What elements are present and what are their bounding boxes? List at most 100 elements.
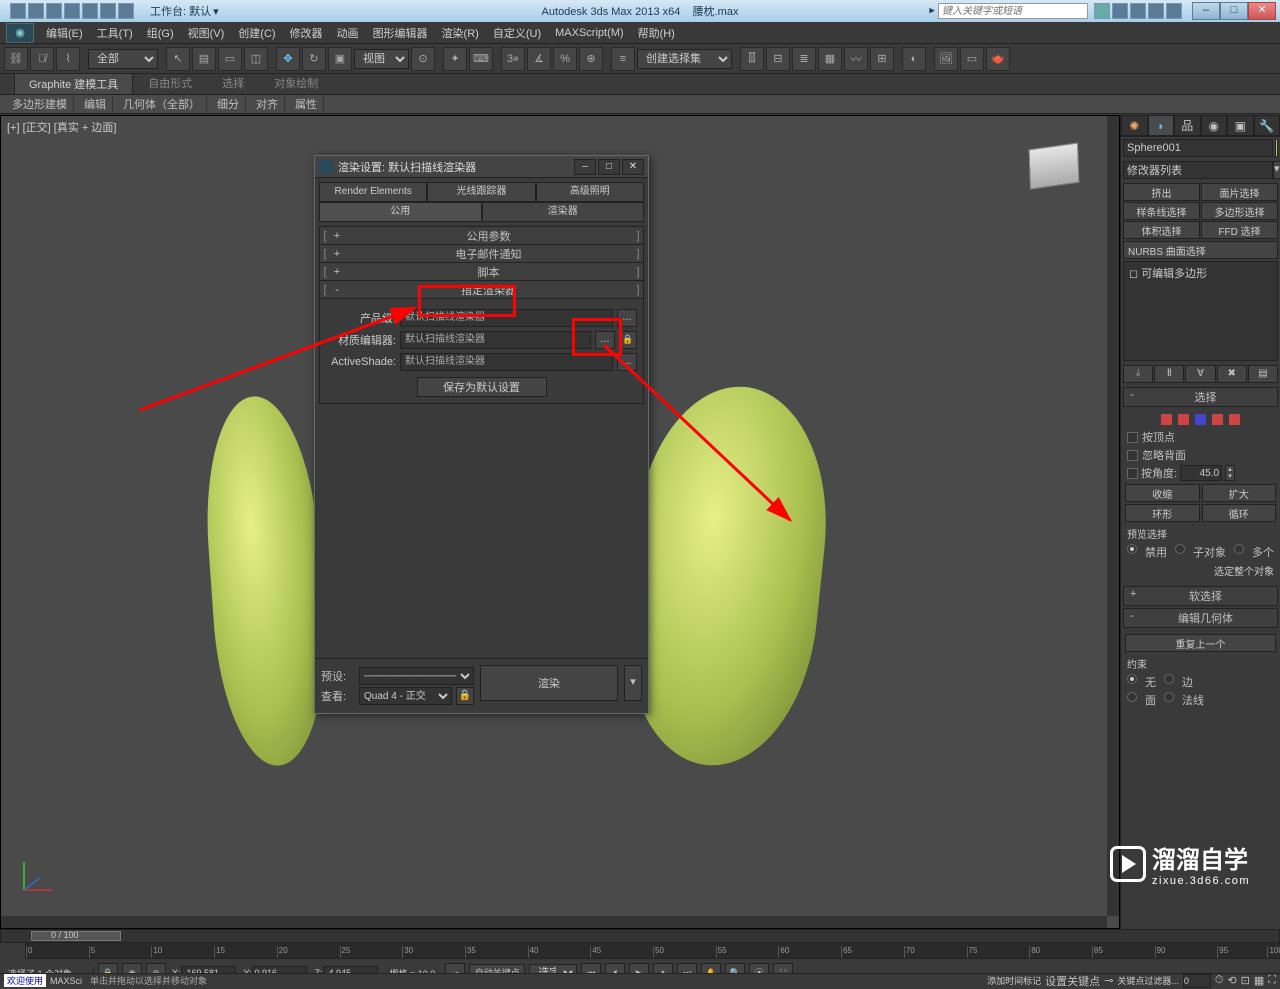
keyfilter-button[interactable]: 关键点过滤器... bbox=[1117, 974, 1179, 987]
stack-item-editpoly[interactable]: ◻ 可编辑多边形 bbox=[1126, 264, 1275, 282]
ribbon-group-subdiv[interactable]: 细分 bbox=[211, 96, 246, 112]
timeline-config-icon[interactable] bbox=[0, 943, 26, 959]
ribbon-group-geom[interactable]: 几何体（全部） bbox=[117, 96, 207, 112]
rollout-editgeo-header[interactable]: -编辑几何体 bbox=[1123, 608, 1278, 628]
qa-icon-4[interactable] bbox=[64, 3, 80, 19]
menu-group[interactable]: 组(G) bbox=[141, 23, 180, 43]
nav-zoom-ext-icon[interactable]: ⊡ bbox=[1241, 974, 1250, 987]
so-vertex-icon[interactable] bbox=[1161, 414, 1172, 425]
tb-snap-spinner[interactable]: ⊕ bbox=[579, 47, 603, 71]
btn-shrink[interactable]: 收缩 bbox=[1125, 484, 1200, 502]
btn-repeat-last[interactable]: 重复上一个 bbox=[1125, 634, 1276, 652]
ribbon-group-edit[interactable]: 编辑 bbox=[78, 96, 113, 112]
viewport-label[interactable]: [+] [正交] [真实 + 边面] bbox=[7, 119, 116, 135]
search-input[interactable] bbox=[938, 3, 1088, 19]
tab-raytracer[interactable]: 光线跟踪器 bbox=[427, 182, 535, 202]
radio-multi[interactable] bbox=[1234, 544, 1244, 554]
radio-normal[interactable] bbox=[1164, 692, 1174, 702]
stack-pin-icon[interactable]: ⫰ bbox=[1123, 365, 1153, 383]
ribbon-tab-selection[interactable]: 选择 bbox=[207, 72, 259, 94]
rh-scripts[interactable]: [+脚本] bbox=[320, 263, 643, 281]
tb-bind[interactable]: ⌇ bbox=[56, 47, 80, 71]
stack-show-icon[interactable]: Ⅱ bbox=[1154, 365, 1184, 383]
radio-face[interactable] bbox=[1127, 692, 1137, 702]
tb-select-name[interactable]: ▤ bbox=[192, 47, 216, 71]
rollout-soft-header[interactable]: +软选择 bbox=[1123, 586, 1278, 606]
tb-mirror[interactable]: ⫿⫿ bbox=[740, 47, 764, 71]
tb-window-crossing[interactable]: ◫ bbox=[244, 47, 268, 71]
stack-config-icon[interactable]: ▤ bbox=[1248, 365, 1278, 383]
tb-layers[interactable]: ≣ bbox=[792, 47, 816, 71]
time-config-icon[interactable]: ⏱ bbox=[1215, 974, 1224, 987]
view-lock-icon[interactable]: 🔒 bbox=[456, 687, 474, 705]
btn-spline-select[interactable]: 样条线选择 bbox=[1123, 202, 1200, 220]
btn-save-default[interactable]: 保存为默认设置 bbox=[417, 377, 547, 397]
menu-tools[interactable]: 工具(T) bbox=[91, 23, 139, 43]
rh-assign-renderer[interactable]: [-指定渲染器] bbox=[320, 281, 643, 299]
activeshade-browse-button[interactable]: ... bbox=[617, 353, 637, 371]
tab-common[interactable]: 公用 bbox=[319, 202, 482, 222]
viewport-scroll-h[interactable] bbox=[1, 916, 1107, 928]
btn-loop[interactable]: 循环 bbox=[1202, 504, 1277, 522]
render-button[interactable]: 渲染 bbox=[480, 665, 618, 701]
angle-spinner[interactable]: ▴▾ bbox=[1225, 465, 1235, 481]
search-box[interactable]: ▸ bbox=[929, 3, 1088, 19]
render-dropdown-arrow[interactable]: ▾ bbox=[624, 665, 642, 701]
infocenter-search-icon[interactable] bbox=[1094, 3, 1110, 19]
object-name-input[interactable] bbox=[1123, 139, 1273, 157]
tb-create-selset[interactable]: 创建选择集 bbox=[637, 49, 732, 69]
ribbon-tab-paint[interactable]: 对象绘制 bbox=[259, 72, 333, 94]
menu-view[interactable]: 视图(V) bbox=[182, 23, 231, 43]
stack-unique-icon[interactable]: ∀ bbox=[1185, 365, 1215, 383]
so-poly-icon[interactable] bbox=[1212, 414, 1223, 425]
so-element-icon[interactable] bbox=[1229, 414, 1240, 425]
rh-common-params[interactable]: [+公用参数] bbox=[320, 227, 643, 245]
qa-icon-6[interactable] bbox=[100, 3, 116, 19]
rh-email[interactable]: [+电子邮件通知] bbox=[320, 245, 643, 263]
current-frame-input[interactable] bbox=[1183, 974, 1211, 988]
btn-extrude[interactable]: 挤出 bbox=[1123, 183, 1200, 201]
cmd-tab-display[interactable]: ▣ bbox=[1227, 115, 1254, 136]
tb-snap-percent[interactable]: % bbox=[553, 47, 577, 71]
production-browse-button[interactable]: ... bbox=[617, 309, 637, 327]
tb-graphite-toggle[interactable]: ▦ bbox=[818, 47, 842, 71]
tb-snap-3d[interactable]: 3⊕ bbox=[501, 47, 525, 71]
ribbon-group-polymodel[interactable]: 多边形建模 bbox=[6, 96, 74, 112]
menu-create[interactable]: 创建(C) bbox=[232, 23, 281, 43]
infocenter-exchange-icon[interactable] bbox=[1130, 3, 1146, 19]
btn-grow[interactable]: 扩大 bbox=[1202, 484, 1277, 502]
menu-customize[interactable]: 自定义(U) bbox=[487, 23, 547, 43]
infocenter-signin-icon[interactable] bbox=[1112, 3, 1128, 19]
chk-by-vertex[interactable]: 按顶点 bbox=[1125, 428, 1276, 446]
qa-icon-5[interactable] bbox=[82, 3, 98, 19]
ribbon-group-align[interactable]: 对齐 bbox=[250, 96, 285, 112]
modifier-list-dropdown[interactable]: ▾ bbox=[1123, 161, 1278, 179]
tb-render-setup[interactable]: 🖼 bbox=[934, 47, 958, 71]
chk-ignore-backface[interactable]: 忽略背面 bbox=[1125, 446, 1276, 464]
tab-renderer[interactable]: 渲染器 bbox=[482, 202, 645, 222]
cmd-tab-modify[interactable]: ◗ bbox=[1148, 115, 1175, 136]
close-button[interactable]: ✕ bbox=[1248, 2, 1276, 20]
menu-help[interactable]: 帮助(H) bbox=[632, 23, 681, 43]
tb-rotate[interactable]: ↻ bbox=[302, 47, 326, 71]
maximize-button[interactable]: □ bbox=[1220, 2, 1248, 20]
menu-animation[interactable]: 动画 bbox=[331, 23, 365, 43]
infocenter-help-icon[interactable] bbox=[1166, 3, 1182, 19]
minimize-button[interactable]: – bbox=[1192, 2, 1220, 20]
radio-subobj[interactable] bbox=[1175, 544, 1185, 554]
radio-edge[interactable] bbox=[1164, 674, 1174, 684]
tb-move[interactable]: ✥ bbox=[276, 47, 300, 71]
setkey-button[interactable]: 设置关键点 bbox=[1045, 973, 1100, 989]
menu-edit[interactable]: 编辑(E) bbox=[40, 23, 89, 43]
timeline-ruler[interactable]: 05 1015 2025 3035 4045 5055 6065 7075 80… bbox=[0, 943, 1280, 959]
stack-remove-icon[interactable]: ✖ bbox=[1217, 365, 1247, 383]
qa-icon-7[interactable] bbox=[118, 3, 134, 19]
menu-maxscript[interactable]: MAXScript(M) bbox=[549, 25, 629, 41]
btn-poly-select[interactable]: 多边形选择 bbox=[1201, 202, 1278, 220]
btn-nurbs-surf-select[interactable]: NURBS 曲面选择 bbox=[1123, 241, 1278, 259]
tb-unlink[interactable]: ⛓̸ bbox=[30, 47, 54, 71]
ribbon-tab-freeform[interactable]: 自由形式 bbox=[133, 72, 207, 94]
dropdown-arrow-icon[interactable]: ▾ bbox=[1273, 161, 1280, 179]
btn-vol-select[interactable]: 体积选择 bbox=[1123, 221, 1200, 239]
ribbon-group-props[interactable]: 属性 bbox=[289, 96, 324, 112]
